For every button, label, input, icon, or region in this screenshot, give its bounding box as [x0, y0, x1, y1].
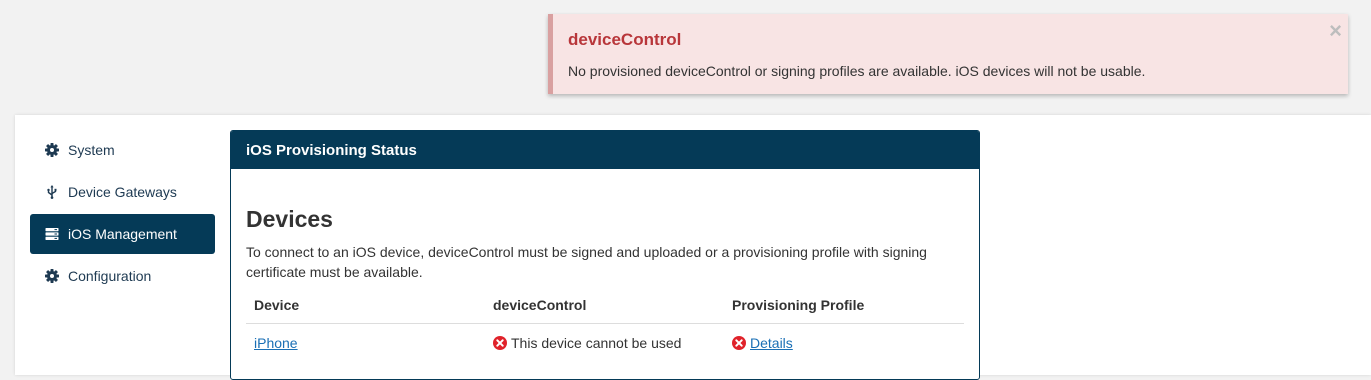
provisioning-profile-cell: Details: [724, 324, 964, 363]
devices-heading: Devices: [246, 206, 333, 232]
alert-banner: deviceControl No provisioned deviceContr…: [548, 14, 1348, 94]
table-row: iPhone This device cannot be used Detail…: [246, 324, 964, 363]
column-header-devicecontrol: deviceControl: [485, 297, 724, 324]
card-header: iOS Provisioning Status: [231, 131, 979, 169]
sidebar-item-label: Configuration: [68, 268, 152, 284]
main-panel: System Device Gateways iOS Management Co…: [15, 115, 1371, 380]
device-cell: iPhone: [246, 324, 485, 363]
sidebar: System Device Gateways iOS Management Co…: [30, 130, 215, 298]
gear-icon: [45, 269, 59, 283]
table-header-row: Device deviceControl Provisioning Profil…: [246, 297, 964, 324]
usb-icon: [45, 185, 59, 199]
column-header-device: Device: [246, 297, 485, 324]
ios-provisioning-card: iOS Provisioning Status Devices To conne…: [230, 130, 980, 380]
sidebar-item-device-gateways[interactable]: Device Gateways: [30, 172, 215, 212]
devicecontrol-status: This device cannot be used: [511, 335, 682, 351]
devices-table: Device deviceControl Provisioning Profil…: [246, 297, 964, 362]
alert-title: deviceControl: [568, 30, 682, 49]
card-body: Devices To connect to an iOS device, dev…: [231, 206, 979, 362]
error-icon: [493, 336, 507, 350]
devicecontrol-cell: This device cannot be used: [485, 324, 724, 363]
devices-description: To connect to an iOS device, deviceContr…: [246, 244, 927, 280]
gear-icon: [45, 143, 59, 157]
sidebar-item-configuration[interactable]: Configuration: [30, 256, 215, 296]
server-icon: [45, 227, 59, 241]
error-icon: [732, 336, 746, 350]
sidebar-item-label: iOS Management: [68, 226, 177, 242]
column-header-provisioning-profile: Provisioning Profile: [724, 297, 964, 324]
provisioning-details-link[interactable]: Details: [750, 335, 793, 351]
alert-message: No provisioned deviceControl or signing …: [568, 63, 1146, 79]
sidebar-item-system[interactable]: System: [30, 130, 215, 170]
device-link[interactable]: iPhone: [254, 335, 298, 351]
close-icon[interactable]: ×: [1329, 20, 1342, 42]
sidebar-item-ios-management[interactable]: iOS Management: [30, 214, 215, 254]
sidebar-item-label: System: [68, 142, 115, 158]
sidebar-item-label: Device Gateways: [68, 184, 177, 200]
